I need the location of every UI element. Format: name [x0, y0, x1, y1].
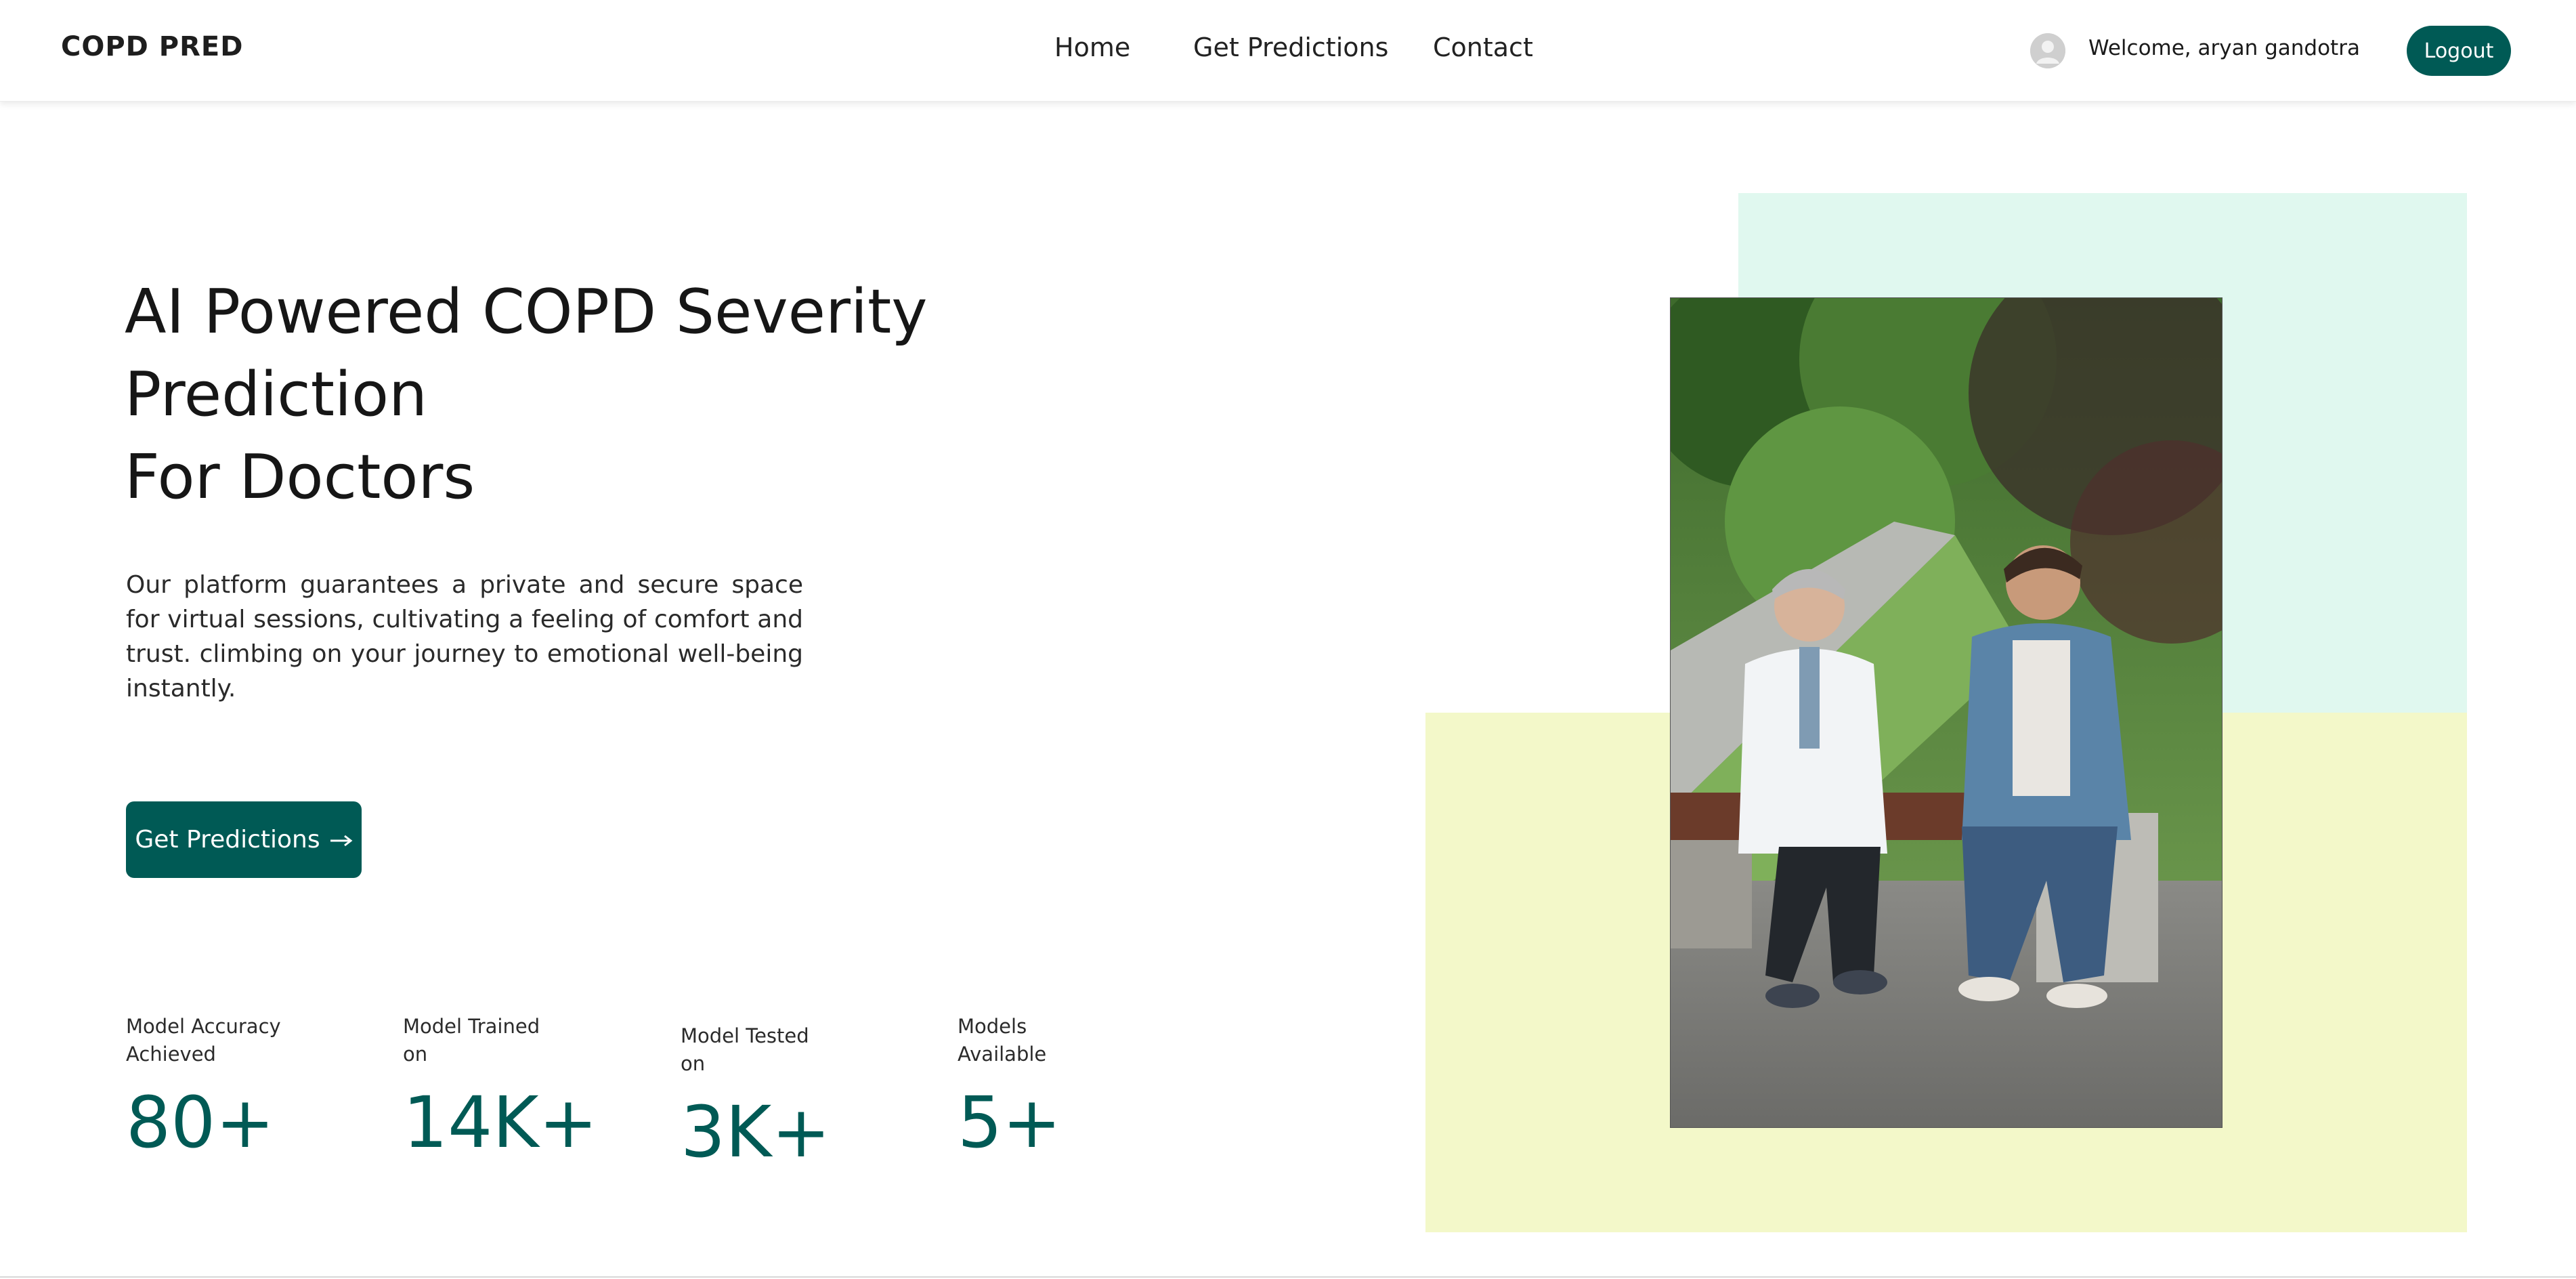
nav-link-home[interactable]: Home [1054, 33, 1130, 62]
hero-title-line-2: For Doctors [125, 442, 475, 513]
hero-title: AI Powered COPD Severity Prediction For … [125, 271, 1222, 519]
hero-photo-doctor-patient [1670, 297, 2223, 1128]
logout-button[interactable]: Logout [2407, 26, 2511, 76]
stat-label: Model Tested on [681, 1024, 809, 1075]
hero-title-line-1: AI Powered COPD Severity Prediction [125, 276, 928, 430]
stat-models: Models Available 5+ [958, 1013, 1113, 1163]
landing-page: COPD PRED Home Get Predictions Contact W… [0, 0, 2576, 1279]
get-predictions-button[interactable]: Get Predictions [126, 801, 362, 878]
get-predictions-button-label: Get Predictions [135, 826, 320, 854]
stat-trained: Model Trained on 14K+ [403, 1013, 598, 1164]
welcome-text: Welcome, aryan gandotra [2088, 36, 2360, 60]
nav-link-contact[interactable]: Contact [1433, 33, 1533, 62]
top-navbar: COPD PRED Home Get Predictions Contact W… [0, 0, 2576, 102]
stat-value: 14K+ [403, 1081, 598, 1164]
hero-description: Our platform guarantees a private and se… [126, 571, 803, 703]
brand-logo-text[interactable]: COPD PRED [61, 31, 243, 62]
user-avatar-icon[interactable] [2030, 33, 2065, 68]
stat-value: 3K+ [681, 1091, 831, 1173]
stat-tested: Model Tested on 3K+ [681, 1022, 836, 1173]
stat-accuracy: Model Accuracy Achieved 80+ [126, 1013, 282, 1163]
arrow-right-icon [330, 826, 353, 854]
stat-value: 5+ [958, 1081, 1062, 1164]
stat-value: 80+ [126, 1081, 275, 1164]
nav-link-get-predictions[interactable]: Get Predictions [1193, 33, 1388, 62]
stat-label: Models Available [958, 1015, 1047, 1066]
stat-label: Model Accuracy Achieved [126, 1015, 281, 1066]
stat-label: Model Trained on [403, 1015, 540, 1066]
footer-divider [0, 1276, 2576, 1278]
